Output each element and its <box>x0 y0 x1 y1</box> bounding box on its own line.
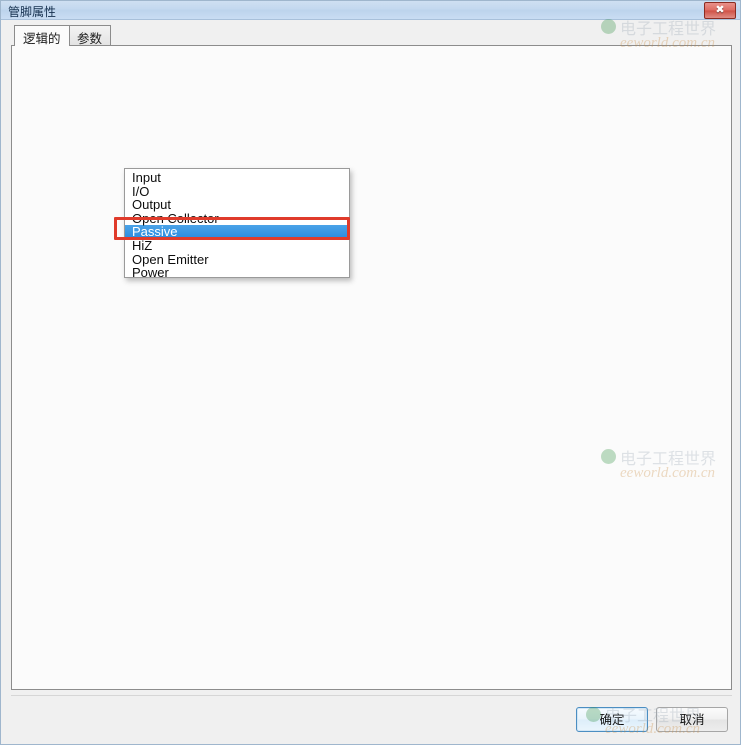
ok-button[interactable]: 确定 <box>576 707 648 732</box>
electrical-type-dropdown-list[interactable]: Input I/O Output Open Collector Passive … <box>124 168 350 280</box>
close-button[interactable]: ✖ <box>704 2 736 19</box>
dropdown-item[interactable]: HiZ <box>125 239 349 253</box>
dropdown-item[interactable]: Input <box>125 171 349 185</box>
footer-separator <box>11 695 732 696</box>
pin-properties-dialog: 管脚属性 ✖ 逻辑的 参数 显示名字 可见的 标识 可见的 电气类型 Passi… <box>0 0 741 745</box>
tab-logical[interactable]: 逻辑的 <box>14 25 70 46</box>
window-title: 管脚属性 <box>8 5 57 19</box>
tab-logical-label: 逻辑的 <box>23 31 61 46</box>
title-bar: 管脚属性 ✖ <box>1 1 740 20</box>
tab-parameters[interactable]: 参数 <box>68 25 112 46</box>
tab-strip: 逻辑的 参数 <box>11 25 732 46</box>
dropdown-item[interactable]: I/O <box>125 184 349 199</box>
dropdown-item[interactable]: Open Collector <box>125 212 349 226</box>
dropdown-item[interactable]: Output <box>125 198 349 212</box>
dropdown-item[interactable]: Power <box>125 266 349 280</box>
tab-parameters-label: 参数 <box>77 31 103 46</box>
dropdown-item[interactable]: Open Emitter <box>125 252 349 267</box>
cancel-button[interactable]: 取消 <box>656 707 728 732</box>
dropdown-item-selected[interactable]: Passive <box>125 225 349 239</box>
tab-panel-logical <box>11 45 732 690</box>
close-icon: ✖ <box>715 4 725 16</box>
